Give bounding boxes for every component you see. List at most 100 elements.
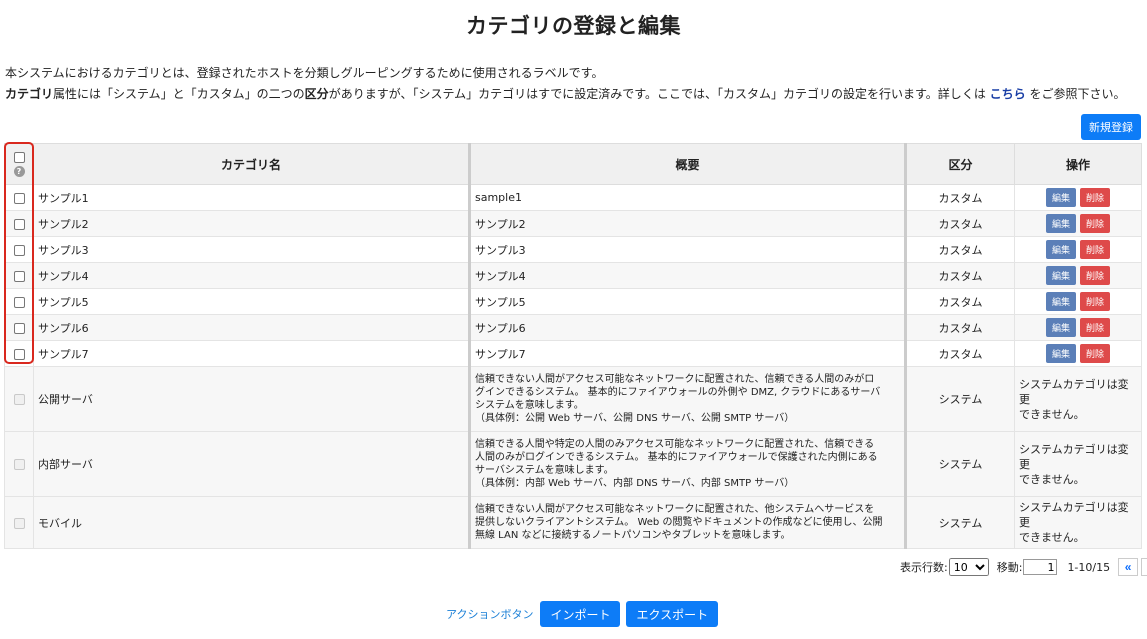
summary-cell: サンプル4 bbox=[469, 262, 907, 289]
question-icon[interactable]: ? bbox=[13, 165, 25, 177]
edit-button[interactable]: 編集 bbox=[1046, 240, 1076, 259]
export-button[interactable]: エクスポート bbox=[626, 601, 719, 627]
table-row: 内部サーバ 信頼できる人間や特定の人間のみアクセス可能なネットワークに配置された、… bbox=[4, 431, 1142, 497]
operations-cell: 編集 削除 bbox=[1014, 288, 1142, 315]
action-buttons-link[interactable]: アクションボタン bbox=[446, 606, 533, 622]
delete-button[interactable]: 削除 bbox=[1080, 240, 1110, 259]
row-select-cell bbox=[4, 184, 34, 211]
row-select-cell bbox=[4, 340, 34, 367]
select-all-checkbox[interactable] bbox=[13, 151, 25, 163]
category-name-cell: モバイル bbox=[33, 496, 471, 549]
operations-cell: 編集 削除 bbox=[1014, 210, 1142, 237]
prev-page-button[interactable]: « bbox=[1118, 558, 1139, 576]
delete-button[interactable]: 削除 bbox=[1080, 214, 1110, 233]
summary-cell: サンプル6 bbox=[469, 314, 907, 341]
category-name-cell: サンプル6 bbox=[33, 314, 471, 341]
edit-button[interactable]: 編集 bbox=[1046, 318, 1076, 337]
edit-button[interactable]: 編集 bbox=[1046, 266, 1076, 285]
operations-cell: 編集 削除 bbox=[1014, 236, 1142, 263]
summary-cell: 信頼できない人間がアクセス可能なネットワークに配置された、信頼できる人間のみがロ… bbox=[469, 366, 907, 432]
division-cell: カスタム bbox=[905, 262, 1015, 289]
summary-line: サーバシステムを意味します。 bbox=[475, 465, 614, 476]
page-jump-input[interactable] bbox=[1023, 559, 1058, 575]
pagination: 表示行数: 10 移動: 1-10/15 « » bbox=[900, 557, 1147, 577]
summary-cell: サンプル2 bbox=[469, 210, 907, 237]
intro-line-1: 本システムにおけるカテゴリとは、登録されたホストを分類しグルーピングするために使… bbox=[5, 66, 604, 80]
category-table: ? カテゴリ名 概要 区分 操作 サンプル1 sample1 カスタム 編集 削除 サンプ… bbox=[4, 143, 1142, 549]
page-jump-label: 移動: bbox=[996, 561, 1023, 574]
division-cell: カスタム bbox=[905, 340, 1015, 367]
summary-line: 無線 LAN などに接続するノートパソコンやタブレットを意味します。 bbox=[475, 530, 791, 541]
note-line: できません。 bbox=[1019, 472, 1085, 486]
note-line: システムカテゴリは変更 bbox=[1019, 442, 1129, 471]
row-checkbox[interactable] bbox=[13, 192, 25, 204]
summary-cell: sample1 bbox=[469, 184, 907, 211]
edit-button[interactable]: 編集 bbox=[1046, 188, 1076, 207]
row-select-cell bbox=[4, 496, 34, 549]
next-page-button[interactable]: » bbox=[1141, 558, 1147, 576]
operations-cell: 編集 削除 bbox=[1014, 340, 1142, 367]
import-button[interactable]: インポート bbox=[540, 601, 621, 627]
row-checkbox[interactable] bbox=[13, 270, 25, 282]
delete-button[interactable]: 削除 bbox=[1080, 318, 1110, 337]
summary-line: システムを意味します。 bbox=[475, 400, 584, 411]
rows-per-page-select[interactable]: 10 bbox=[948, 558, 989, 576]
category-name-cell: サンプル2 bbox=[33, 210, 471, 237]
division-cell: カスタム bbox=[905, 314, 1015, 341]
intro-bold-category: カテゴリ bbox=[5, 87, 54, 101]
row-select-cell bbox=[4, 366, 34, 432]
summary-line: グインできるシステム。 基本的にファイアウォールの外側や DMZ, クラウドにあ… bbox=[475, 387, 881, 398]
division-cell: システム bbox=[905, 496, 1015, 549]
delete-button[interactable]: 削除 bbox=[1080, 266, 1110, 285]
edit-button[interactable]: 編集 bbox=[1046, 344, 1076, 363]
row-select-cell bbox=[4, 314, 34, 341]
division-cell: カスタム bbox=[905, 288, 1015, 315]
division-cell: カスタム bbox=[905, 184, 1015, 211]
row-checkbox[interactable] bbox=[13, 348, 25, 360]
operations-cell: 編集 削除 bbox=[1014, 314, 1142, 341]
delete-button[interactable]: 削除 bbox=[1080, 188, 1110, 207]
division-cell: カスタム bbox=[905, 210, 1015, 237]
category-name-cell: 内部サーバ bbox=[33, 431, 471, 497]
row-checkbox[interactable] bbox=[13, 322, 25, 334]
note-line: システムカテゴリは変更 bbox=[1019, 501, 1129, 529]
row-checkbox[interactable] bbox=[13, 296, 25, 308]
table-row: サンプル7 サンプル7 カスタム 編集 削除 bbox=[4, 340, 1142, 367]
edit-button[interactable]: 編集 bbox=[1046, 292, 1076, 311]
row-select-cell bbox=[4, 288, 34, 315]
summary-cell: 信頼できない人間がアクセス可能なネットワークに配置された、他システムへサービスを… bbox=[469, 496, 907, 549]
header-operations: 操作 bbox=[1014, 143, 1142, 185]
header-summary: 概要 bbox=[469, 143, 907, 185]
category-name-cell: サンプル1 bbox=[33, 184, 471, 211]
edit-button[interactable]: 編集 bbox=[1046, 214, 1076, 233]
operations-cell: 編集 削除 bbox=[1014, 184, 1142, 211]
note-line: できません。 bbox=[1019, 407, 1085, 421]
table-row: モバイル 信頼できない人間がアクセス可能なネットワークに配置された、他システムへサ… bbox=[4, 496, 1142, 549]
page-title: カテゴリの登録と編集 bbox=[466, 14, 681, 38]
delete-button[interactable]: 削除 bbox=[1080, 292, 1110, 311]
row-checkbox[interactable] bbox=[13, 218, 25, 230]
summary-line: 信頼できない人間がアクセス可能なネットワークに配置された、信頼できる人間のみがロ bbox=[475, 374, 875, 385]
table-row: サンプル1 sample1 カスタム 編集 削除 bbox=[4, 184, 1142, 211]
header-division[interactable]: 区分 bbox=[905, 143, 1015, 185]
intro-text-3: をご参照下さい。 bbox=[1025, 87, 1126, 101]
help-link[interactable]: こちら bbox=[990, 87, 1026, 101]
delete-button[interactable]: 削除 bbox=[1080, 344, 1110, 363]
division-cell: システム bbox=[905, 431, 1015, 497]
table-row: サンプル2 サンプル2 カスタム 編集 削除 bbox=[4, 210, 1142, 237]
category-name-cell: サンプル4 bbox=[33, 262, 471, 289]
row-checkbox[interactable] bbox=[13, 244, 25, 256]
operations-note-cell: システムカテゴリは変更 できません。 bbox=[1014, 496, 1142, 549]
intro-bold-division: 区分 bbox=[304, 87, 329, 101]
row-select-cell bbox=[4, 236, 34, 263]
summary-line: （具体例：内部 Web サーバ、内部 DNS サーバ、内部 SMTP サーバ） bbox=[475, 478, 795, 489]
row-select-cell bbox=[4, 262, 34, 289]
table-header-row: ? カテゴリ名 概要 区分 操作 bbox=[4, 143, 1142, 185]
row-select-cell bbox=[4, 431, 34, 497]
category-name-cell: サンプル5 bbox=[33, 288, 471, 315]
division-cell: カスタム bbox=[905, 236, 1015, 263]
table-row: サンプル5 サンプル5 カスタム 編集 削除 bbox=[4, 288, 1142, 315]
header-category-name[interactable]: カテゴリ名 bbox=[33, 143, 471, 185]
rows-per-page-label: 表示行数: bbox=[900, 561, 948, 574]
new-register-button[interactable]: 新規登録 bbox=[1081, 114, 1141, 140]
